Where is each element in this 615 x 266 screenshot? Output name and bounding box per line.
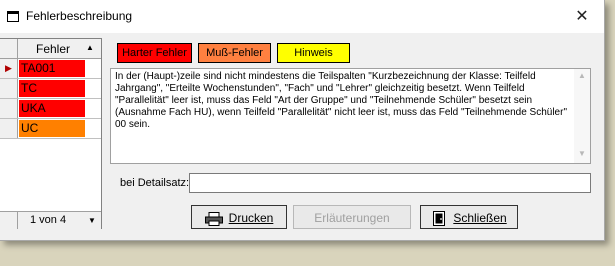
grid-header[interactable]: Fehler ▲ xyxy=(0,39,101,59)
window-title: Fehlerbeschreibung xyxy=(26,9,133,23)
table-row[interactable]: TC xyxy=(0,79,101,99)
detail-record-field[interactable] xyxy=(189,173,591,193)
title-bar[interactable]: Fehlerbeschreibung ✕ xyxy=(0,0,604,33)
printer-icon xyxy=(204,211,223,226)
scroll-up-icon[interactable]: ▲ xyxy=(578,71,586,80)
explanations-button[interactable]: Erläuterungen xyxy=(293,205,411,229)
detail-label: bei Detailsatz: xyxy=(120,177,190,189)
dialog-window: Fehlerbeschreibung ✕ Fehler ▲ ▶ TA001 TC… xyxy=(0,0,605,241)
sort-up-icon[interactable]: ▲ xyxy=(86,43,94,52)
table-row[interactable]: UC xyxy=(0,119,101,139)
exit-icon xyxy=(433,211,446,227)
page-indicator: 1 von 4 xyxy=(30,214,67,226)
print-button[interactable]: Drucken xyxy=(191,205,287,229)
error-code-cell[interactable]: TA001 xyxy=(19,60,85,77)
print-button-label: Drucken xyxy=(228,211,274,225)
row-indicator xyxy=(0,119,18,138)
close-window-button[interactable]: ✕ xyxy=(568,4,596,29)
error-code-cell[interactable]: UC xyxy=(19,120,85,137)
row-indicator-icon: ▶ xyxy=(0,59,18,78)
grid-corner xyxy=(0,39,18,58)
grid-pager[interactable]: 1 von 4 ▼ xyxy=(0,211,101,229)
vertical-scrollbar[interactable]: ▲ ▼ xyxy=(574,69,590,163)
table-row[interactable]: ▶ TA001 xyxy=(0,59,101,79)
error-code-cell[interactable]: UKA xyxy=(19,100,85,117)
error-description-box[interactable]: In der (Haupt-)zeile sind nicht mindeste… xyxy=(110,68,591,164)
pager-corner xyxy=(0,212,18,229)
legend-must-error: Muß-Fehler xyxy=(198,43,271,63)
close-button-label: Schließen xyxy=(453,211,507,225)
page-dropdown-icon[interactable]: ▼ xyxy=(88,216,96,225)
row-indicator xyxy=(0,79,18,98)
row-indicator xyxy=(0,99,18,118)
error-code-cell[interactable]: TC xyxy=(19,80,85,97)
scroll-down-icon[interactable]: ▼ xyxy=(578,149,586,158)
dialog-client-area: Fehler ▲ ▶ TA001 TC UKA UC 1 von 4 ▼ Har… xyxy=(0,33,604,240)
legend-hint: Hinweis xyxy=(277,43,350,63)
legend-hard-error: Harter Fehler xyxy=(117,43,192,63)
window-icon xyxy=(7,11,19,22)
explanations-button-label: Erläuterungen xyxy=(314,211,390,225)
column-header-fehler[interactable]: Fehler xyxy=(36,42,70,56)
close-button[interactable]: Schließen xyxy=(420,205,518,229)
table-row[interactable]: UKA xyxy=(0,99,101,119)
error-grid[interactable]: Fehler ▲ ▶ TA001 TC UKA UC 1 von 4 ▼ xyxy=(0,38,102,229)
error-description-text: In der (Haupt-)zeile sind nicht mindeste… xyxy=(115,71,567,130)
